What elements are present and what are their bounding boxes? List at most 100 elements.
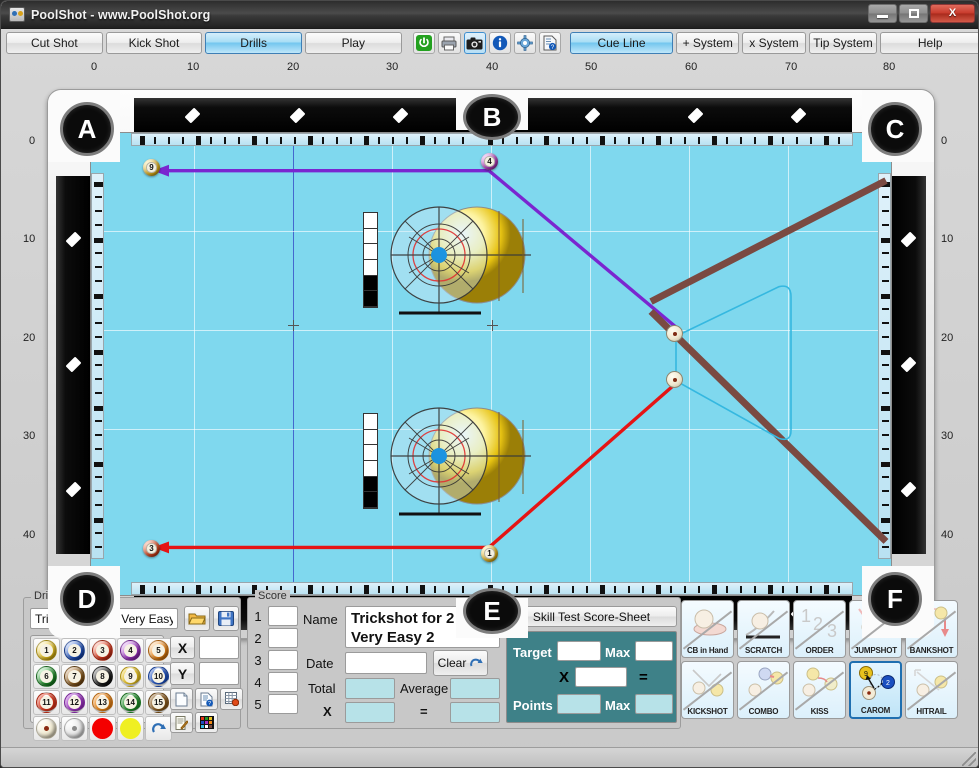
rule-button-order[interactable]: 123 ORDER [793, 600, 846, 658]
palette-ball-3[interactable]: 3 [89, 638, 116, 663]
floppy-save-icon[interactable] [213, 606, 239, 631]
date-label: Date [306, 656, 334, 671]
cue-ball-lower[interactable] [666, 371, 683, 388]
y-input[interactable] [199, 662, 239, 685]
y-right-tick-10: 10 [941, 233, 954, 245]
edit-notes-icon[interactable] [170, 712, 193, 733]
table-ball-3[interactable]: 3 [143, 540, 160, 557]
gridline-v-70 [788, 133, 789, 595]
palette-ball-7[interactable]: 7 [61, 664, 88, 689]
x-button[interactable]: X [170, 636, 195, 659]
points-max-input[interactable] [635, 694, 673, 714]
power-icon[interactable] [413, 32, 436, 54]
rule-button-carom[interactable]: 9 2 CAROM [849, 661, 902, 719]
tip-system-button[interactable]: Tip System [808, 32, 878, 54]
palette-ball-8[interactable]: 8 [89, 664, 116, 689]
palette-ball-12[interactable]: 12 [61, 690, 88, 715]
help-button[interactable]: Help [880, 32, 978, 54]
palette-ball-15[interactable]: 15 [145, 690, 172, 715]
resize-grip-icon[interactable] [962, 752, 976, 766]
palette-ball-9[interactable]: 9 [117, 664, 144, 689]
pocket-E[interactable]: E [463, 588, 521, 634]
palette-ball-6[interactable]: 6 [33, 664, 60, 689]
document-help-icon[interactable]: ? [195, 688, 218, 710]
palette-ball-13[interactable]: 13 [89, 690, 116, 715]
score-x-input[interactable] [345, 702, 395, 723]
color-palette-icon[interactable] [195, 712, 218, 733]
clear-label: Clear [437, 656, 467, 670]
pocket-B[interactable]: B [463, 94, 521, 140]
total-input[interactable] [345, 678, 395, 699]
table-properties-icon[interactable] [220, 688, 243, 710]
palette-cue-ball-red-dot[interactable] [33, 716, 60, 741]
x-tick-50: 50 [585, 61, 598, 73]
score-input-3[interactable] [268, 650, 298, 670]
palette-ball-14[interactable]: 14 [117, 690, 144, 715]
rule-button-kiss[interactable]: KISS [793, 661, 846, 719]
palette-red-marker-ball[interactable] [89, 716, 116, 741]
camera-icon[interactable] [463, 32, 486, 54]
score-equals-input[interactable] [450, 702, 500, 723]
y-left-tick-10: 10 [23, 233, 36, 245]
folder-open-icon[interactable] [184, 606, 210, 631]
x-input[interactable] [199, 636, 239, 659]
rule-button-combo[interactable]: COMBO [737, 661, 790, 719]
palette-ball-4[interactable]: 4 [117, 638, 144, 663]
maximize-button[interactable] [899, 4, 928, 23]
rule-button-cb-in-hand[interactable]: CB in Hand [681, 600, 734, 658]
minimize-button[interactable] [868, 4, 897, 23]
rule-button-kickshot[interactable]: KICKSHOT [681, 661, 734, 719]
speed-level-bar-bottom [363, 413, 378, 509]
palette-undo-arrow-icon[interactable] [145, 716, 172, 741]
x-system-button[interactable]: x System [742, 32, 806, 54]
table-ball-4[interactable]: 4 [481, 153, 498, 170]
date-input[interactable] [345, 652, 427, 674]
pocket-F[interactable]: F [868, 572, 922, 626]
palette-ball-10[interactable]: 10 [145, 664, 172, 689]
rule-button-scratch[interactable]: SCRATCH [737, 600, 790, 658]
tab-drills[interactable]: Drills [205, 32, 302, 54]
palette-ball-11[interactable]: 11 [33, 690, 60, 715]
gridline-v-20-blue [293, 133, 294, 595]
table-ball-9[interactable]: 9 [143, 159, 160, 176]
cue-line-button[interactable]: Cue Line [569, 32, 674, 54]
skill-multiply-input[interactable] [575, 667, 627, 687]
palette-ghost-ball[interactable] [61, 716, 88, 741]
score-row-4: 4 [252, 672, 298, 692]
pool-table[interactable]: 9 4 3 1 A B C D E F [47, 89, 935, 639]
settings-gear-icon[interactable] [513, 32, 536, 54]
table-cloth[interactable]: 9 4 3 1 [90, 132, 892, 596]
pool-table-area: 0 10 20 30 40 50 60 70 80 0 10 20 30 40 … [1, 59, 978, 639]
pocket-D[interactable]: D [60, 572, 114, 626]
close-button[interactable]: X [930, 4, 975, 23]
table-ball-1[interactable]: 1 [481, 545, 498, 562]
score-input-5[interactable] [268, 694, 298, 714]
score-input-2[interactable] [268, 628, 298, 648]
palette-yellow-marker-ball[interactable] [117, 716, 144, 741]
info-icon[interactable] [488, 32, 511, 54]
tab-cut-shot[interactable]: Cut Shot [6, 32, 103, 54]
clear-button[interactable]: Clear [433, 650, 488, 676]
target-max-input[interactable] [635, 641, 673, 661]
pocket-C[interactable]: C [868, 102, 922, 156]
skill-test-score-sheet-button[interactable]: Skill Test Score-Sheet [506, 606, 677, 627]
help-document-icon[interactable]: ? [538, 32, 561, 54]
average-input[interactable] [450, 678, 500, 699]
palette-ball-5[interactable]: 5 [145, 638, 172, 663]
points-input[interactable] [557, 694, 601, 714]
print-icon[interactable] [438, 32, 461, 54]
palette-ball-2[interactable]: 2 [61, 638, 88, 663]
plus-system-button[interactable]: + System [676, 32, 740, 54]
new-page-icon[interactable] [170, 688, 193, 710]
tab-play[interactable]: Play [304, 32, 402, 54]
tab-kick-shot[interactable]: Kick Shot [105, 32, 203, 54]
cue-ball-upper[interactable] [666, 325, 683, 342]
score-input-1[interactable] [268, 606, 298, 626]
score-input-4[interactable] [268, 672, 298, 692]
scale-strip-left [91, 173, 104, 559]
rule-button-hitrail[interactable]: HITRAIL [905, 661, 958, 719]
target-input[interactable] [557, 641, 601, 661]
pocket-A[interactable]: A [60, 102, 114, 156]
y-button[interactable]: Y [170, 662, 195, 685]
palette-ball-1[interactable]: 1 [33, 638, 60, 663]
